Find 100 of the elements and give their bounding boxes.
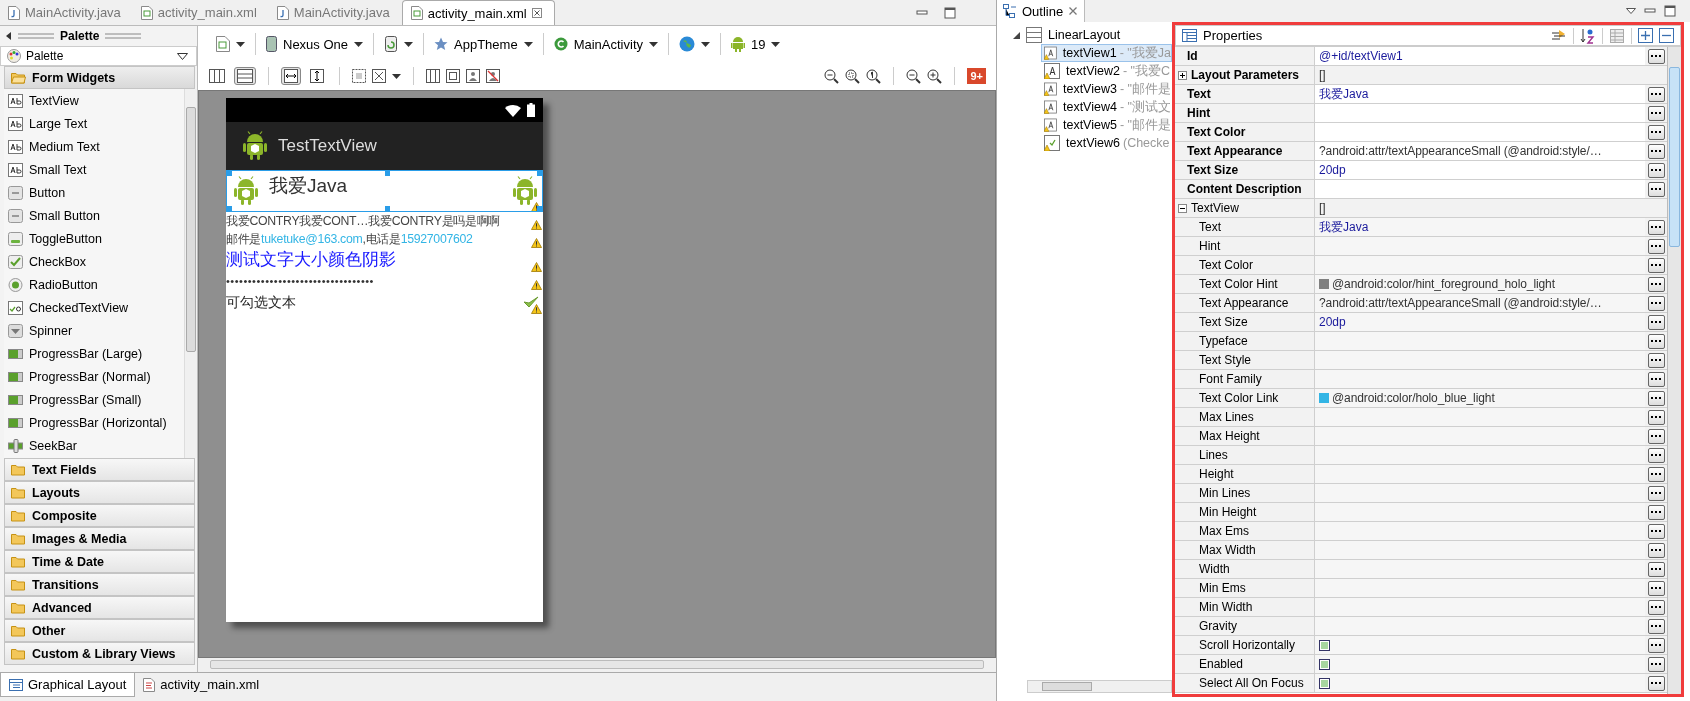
- value-field[interactable]: []: [1315, 199, 1645, 217]
- config-dropdown[interactable]: MainActivity: [547, 34, 664, 54]
- value-field[interactable]: [1315, 541, 1645, 559]
- zoom-fit-icon[interactable]: [824, 68, 840, 84]
- more-button[interactable]: [1647, 428, 1665, 444]
- tree-item[interactable]: textView5 - "邮件是: [1041, 116, 1172, 134]
- value-field[interactable]: [1315, 332, 1645, 350]
- more-button[interactable]: [1647, 219, 1665, 235]
- zoom-in-icon[interactable]: [927, 68, 943, 84]
- value-field[interactable]: @android:color/holo_blue_light: [1315, 389, 1645, 407]
- more-button[interactable]: [1647, 599, 1665, 615]
- more-button[interactable]: [1647, 181, 1665, 197]
- value-field[interactable]: [1315, 427, 1645, 445]
- palette-item[interactable]: ProgressBar (Small): [4, 388, 184, 411]
- palette-category[interactable]: Time & Date: [4, 550, 195, 573]
- more-button[interactable]: [1647, 637, 1665, 653]
- checkbox[interactable]: [1319, 658, 1330, 670]
- resize-handle[interactable]: [537, 206, 542, 211]
- value-field[interactable]: 20dp: [1315, 161, 1645, 179]
- minimize-icon[interactable]: [916, 7, 928, 18]
- value-field[interactable]: @+id/textView1: [1315, 47, 1645, 65]
- palette-category[interactable]: Custom & Library Views: [4, 642, 195, 665]
- resize-handle[interactable]: [537, 171, 542, 176]
- editor-mode-tab[interactable]: activity_main.xml: [135, 673, 268, 696]
- palette-category[interactable]: Text Fields: [4, 458, 195, 481]
- more-button[interactable]: [1647, 276, 1665, 292]
- value-field[interactable]: [1315, 484, 1645, 502]
- more-button[interactable]: [1647, 371, 1665, 387]
- more-button[interactable]: [1647, 390, 1665, 406]
- left-arrow-icon[interactable]: [6, 32, 12, 40]
- resize-icon[interactable]: [372, 69, 386, 83]
- more-button[interactable]: [1647, 48, 1665, 64]
- value-field[interactable]: [1315, 579, 1645, 597]
- value-field[interactable]: [1315, 465, 1645, 483]
- more-button[interactable]: [1647, 257, 1665, 273]
- person-icon[interactable]: [466, 69, 480, 83]
- config-dropdown[interactable]: 19: [725, 34, 787, 54]
- palette-item[interactable]: CheckedTextView: [4, 296, 184, 319]
- resize-handle[interactable]: [384, 171, 390, 176]
- palette-item[interactable]: Large Text: [4, 112, 184, 135]
- editor-tab[interactable]: MainActivity.java: [268, 0, 402, 25]
- maximize-icon[interactable]: [1664, 5, 1676, 17]
- value-field[interactable]: [1315, 522, 1645, 540]
- tree-item[interactable]: textView6 (Checke: [1041, 134, 1172, 152]
- layout-toggle-button[interactable]: [234, 67, 256, 85]
- columns-icon[interactable]: [426, 69, 440, 83]
- more-button[interactable]: [1647, 485, 1665, 501]
- value-field[interactable]: @android:color/hint_foreground_holo_light: [1315, 275, 1645, 293]
- tree-item[interactable]: textView3 - "邮件是: [1041, 80, 1172, 98]
- checkbox[interactable]: [1319, 677, 1330, 689]
- palette-category[interactable]: Images & Media: [4, 527, 195, 550]
- value-field[interactable]: [1315, 370, 1645, 388]
- frame-icon[interactable]: [446, 69, 460, 83]
- more-button[interactable]: [1647, 618, 1665, 634]
- collapse-icon[interactable]: [1178, 203, 1187, 213]
- scrollbar[interactable]: [1027, 680, 1172, 693]
- more-button[interactable]: [1647, 333, 1665, 349]
- palette-dropdown[interactable]: Palette: [0, 46, 197, 66]
- more-button[interactable]: [1647, 542, 1665, 558]
- palette-category[interactable]: Form Widgets: [4, 66, 195, 89]
- palette-item[interactable]: Small Button: [4, 204, 184, 227]
- editor-mode-tab[interactable]: Graphical Layout: [0, 673, 136, 697]
- more-button[interactable]: [1647, 162, 1665, 178]
- value-field[interactable]: [1315, 446, 1645, 464]
- scrollbar[interactable]: [184, 89, 197, 458]
- more-button[interactable]: [1647, 295, 1665, 311]
- outline-tab[interactable]: Outline: [997, 0, 1086, 22]
- sort-icon[interactable]: [1580, 27, 1596, 44]
- close-icon[interactable]: [531, 8, 542, 18]
- collapse-all-icon[interactable]: [1659, 28, 1674, 43]
- editor-tab[interactable]: activity_main.xml: [132, 0, 269, 25]
- palette-item[interactable]: RadioButton: [4, 273, 184, 296]
- more-button[interactable]: [1647, 580, 1665, 596]
- margins-icon[interactable]: [352, 69, 366, 83]
- value-field[interactable]: [1315, 237, 1645, 255]
- zoom-real-icon[interactable]: [845, 68, 861, 84]
- more-button[interactable]: [1647, 86, 1665, 102]
- more-button[interactable]: [1647, 561, 1665, 577]
- value-field[interactable]: [1315, 180, 1645, 198]
- more-button[interactable]: [1647, 504, 1665, 520]
- palette-category[interactable]: Advanced: [4, 596, 195, 619]
- minimize-icon[interactable]: [1644, 6, 1656, 16]
- palette-item[interactable]: SeekBar: [4, 434, 184, 457]
- expand-icon[interactable]: [1178, 70, 1187, 80]
- palette-item[interactable]: TextView: [4, 89, 184, 112]
- value-field[interactable]: 20dp: [1315, 313, 1645, 331]
- value-field[interactable]: [1315, 560, 1645, 578]
- layout-toggle-button[interactable]: [206, 67, 228, 85]
- value-field[interactable]: []: [1315, 66, 1645, 84]
- palette-item[interactable]: ProgressBar (Normal): [4, 365, 184, 388]
- view-menu-icon[interactable]: [1626, 8, 1636, 14]
- more-button[interactable]: [1647, 656, 1665, 672]
- value-field[interactable]: 我爱Java: [1315, 85, 1645, 103]
- value-field[interactable]: [1315, 256, 1645, 274]
- check-icon[interactable]: [523, 296, 539, 308]
- resize-handle[interactable]: [227, 171, 232, 176]
- palette-category[interactable]: Composite: [4, 504, 195, 527]
- resize-handle[interactable]: [227, 206, 232, 211]
- tree-item[interactable]: textView2 - "我爱C: [1041, 62, 1172, 80]
- more-button[interactable]: [1647, 143, 1665, 159]
